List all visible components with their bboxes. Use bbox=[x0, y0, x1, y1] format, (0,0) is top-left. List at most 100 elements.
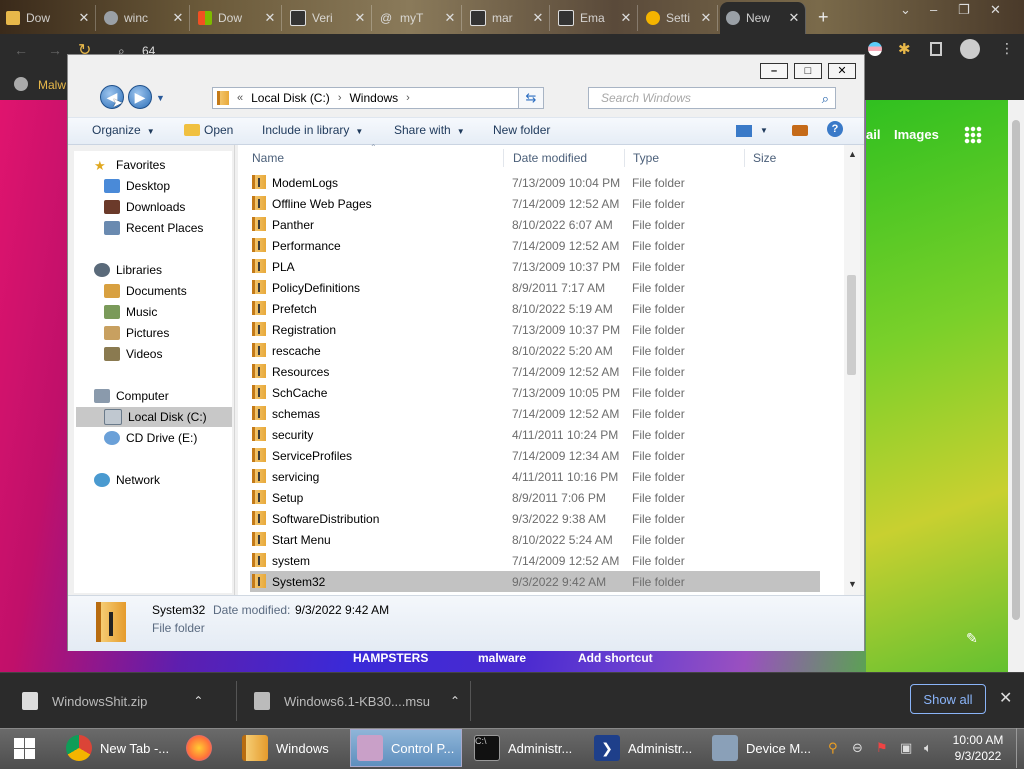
close-icon[interactable]: ✕ bbox=[787, 10, 801, 26]
table-row[interactable]: ServiceProfiles 7/14/2009 12:34 AM File fo… bbox=[250, 445, 820, 466]
nav-network[interactable]: Network bbox=[94, 470, 160, 490]
browser-tab[interactable]: winc ✕ bbox=[98, 5, 190, 31]
include-in-library-menu[interactable]: Include in library ▼ bbox=[262, 123, 363, 137]
taskbar-explorer[interactable]: Windows bbox=[236, 729, 346, 767]
table-row[interactable]: SchCache 7/13/2009 10:05 PM File folder bbox=[250, 382, 820, 403]
organize-menu[interactable]: Organize ▼ bbox=[92, 123, 155, 137]
refresh-button[interactable]: ⇆ bbox=[518, 87, 544, 109]
breadcrumb-chevron-icon[interactable]: › bbox=[338, 92, 342, 104]
column-divider[interactable] bbox=[624, 149, 625, 167]
nav-computer[interactable]: Computer bbox=[94, 386, 169, 406]
table-row[interactable]: Panther 8/10/2022 6:07 AM File folder bbox=[250, 214, 820, 235]
restore-icon[interactable]: ❐ bbox=[958, 2, 970, 18]
share-with-menu[interactable]: Share with ▼ bbox=[394, 123, 465, 137]
breadcrumb-item[interactable]: Windows bbox=[349, 91, 398, 105]
menu-icon[interactable]: ⋮ bbox=[1000, 40, 1014, 57]
add-shortcut-button[interactable]: Add shortcut bbox=[578, 651, 653, 665]
browser-tab[interactable]: Dow ✕ bbox=[0, 5, 96, 31]
table-row[interactable]: PolicyDefinitions 8/9/2011 7:17 AM File fo… bbox=[250, 277, 820, 298]
breadcrumb-overflow[interactable]: « bbox=[237, 92, 243, 104]
close-icon[interactable]: ✕ bbox=[999, 688, 1012, 708]
column-divider[interactable] bbox=[503, 149, 504, 167]
nav-documents[interactable]: Documents bbox=[104, 281, 187, 301]
table-row[interactable]: Resources 7/14/2009 12:52 AM File folder bbox=[250, 361, 820, 382]
table-row[interactable]: System32 9/3/2022 9:42 AM File folder bbox=[250, 571, 820, 592]
images-link[interactable]: Images bbox=[894, 127, 939, 142]
browser-tab-active[interactable]: New ✕ bbox=[720, 2, 806, 34]
table-row[interactable]: Prefetch 8/10/2022 5:19 AM File folder bbox=[250, 298, 820, 319]
close-icon[interactable]: ✕ bbox=[531, 10, 545, 26]
taskbar-firefox[interactable] bbox=[180, 729, 224, 767]
forward-arrow-icon[interactable]: → bbox=[48, 42, 62, 58]
breadcrumb-chevron-icon[interactable]: › bbox=[406, 92, 410, 104]
chevron-up-icon[interactable]: ⌃ bbox=[450, 694, 460, 708]
pencil-icon[interactable]: ✎ bbox=[966, 630, 978, 647]
nav-local-disk[interactable]: Local Disk (C:) bbox=[76, 407, 232, 427]
minimize-icon[interactable]: – bbox=[930, 2, 937, 17]
page-scrollbar[interactable] bbox=[1008, 100, 1024, 672]
nav-pictures[interactable]: Pictures bbox=[104, 323, 169, 343]
browser-tab[interactable]: Setti ✕ bbox=[640, 5, 718, 31]
taskbar-chrome[interactable]: New Tab -... bbox=[60, 729, 174, 767]
action-center-flag-icon[interactable]: ⚑ bbox=[876, 740, 888, 756]
browser-tab[interactable]: Dow ✕ bbox=[192, 5, 282, 31]
table-row[interactable]: Registration 7/13/2009 10:37 PM File folde… bbox=[250, 319, 820, 340]
scroll-up-icon[interactable]: ▲ bbox=[848, 149, 857, 159]
show-desktop-button[interactable] bbox=[1016, 728, 1024, 768]
table-row[interactable]: PLA 7/13/2009 10:37 PM File folder bbox=[250, 256, 820, 277]
profile-flag-icon[interactable] bbox=[868, 42, 882, 56]
browser-tab[interactable]: mar ✕ bbox=[464, 5, 550, 31]
scrollbar-thumb[interactable] bbox=[1012, 120, 1020, 620]
search-tray-icon[interactable]: ⚲ bbox=[828, 740, 838, 756]
close-icon[interactable]: ✕ bbox=[77, 10, 91, 26]
start-button[interactable] bbox=[14, 738, 36, 760]
close-icon[interactable]: ✕ bbox=[263, 10, 277, 26]
table-row[interactable]: SoftwareDistribution 9/3/2022 9:38 AM File… bbox=[250, 508, 820, 529]
browser-tab[interactable]: Veri ✕ bbox=[284, 5, 372, 31]
close-icon[interactable]: ✕ bbox=[443, 10, 457, 26]
shortcut-tile[interactable]: HAMPSTERS bbox=[353, 651, 428, 665]
taskbar-powershell[interactable]: ❯ Administr... bbox=[588, 729, 700, 767]
pane-splitter[interactable] bbox=[234, 145, 235, 595]
new-tab-button[interactable]: + bbox=[818, 8, 829, 26]
close-icon[interactable]: ✕ bbox=[171, 10, 185, 26]
recent-pages-dropdown-icon[interactable]: ▼ bbox=[156, 93, 165, 103]
table-row[interactable]: Performance 7/14/2009 12:52 AM File folder bbox=[250, 235, 820, 256]
table-row[interactable]: servicing 4/11/2011 10:16 PM File folder bbox=[250, 466, 820, 487]
show-all-button[interactable]: Show all bbox=[910, 684, 986, 714]
volume-icon[interactable]: 🔈︎ bbox=[924, 740, 932, 756]
table-row[interactable]: ModemLogs 7/13/2009 10:04 PM File folder bbox=[250, 172, 820, 193]
scroll-down-icon[interactable]: ▼ bbox=[848, 579, 857, 589]
minimize-button[interactable]: – bbox=[760, 63, 788, 79]
table-row[interactable]: system 7/14/2009 12:52 AM File folder bbox=[250, 550, 820, 571]
column-divider[interactable] bbox=[744, 149, 745, 167]
nav-cd-drive[interactable]: CD Drive (E:) bbox=[104, 428, 197, 448]
table-row[interactable]: security 4/11/2011 10:24 PM File folder bbox=[250, 424, 820, 445]
taskbar-cmd[interactable]: C:\ Administr... bbox=[468, 729, 580, 767]
browser-tab[interactable]: @ myT ✕ bbox=[374, 5, 462, 31]
table-row[interactable]: schemas 7/14/2009 12:52 AM File folder bbox=[250, 403, 820, 424]
download-item[interactable]: Windows6.1-KB30....msu ⌃ bbox=[254, 673, 460, 729]
chevron-down-icon[interactable]: ⌄ bbox=[900, 2, 911, 18]
gmail-link[interactable]: ail bbox=[866, 127, 880, 142]
file-list-scrollbar[interactable]: ▲ ▼ bbox=[844, 145, 860, 595]
nav-recent-places[interactable]: Recent Places bbox=[104, 218, 203, 238]
close-icon[interactable]: ✕ bbox=[619, 10, 633, 26]
bookmark-item[interactable]: Malw bbox=[38, 78, 66, 92]
close-icon[interactable]: ✕ bbox=[353, 10, 367, 26]
view-options-icon[interactable] bbox=[736, 125, 752, 137]
chevron-up-icon[interactable]: ⌃ bbox=[193, 694, 203, 708]
nav-downloads[interactable]: Downloads bbox=[104, 197, 185, 217]
table-row[interactable]: rescache 8/10/2022 5:20 AM File folder bbox=[250, 340, 820, 361]
nav-videos[interactable]: Videos bbox=[104, 344, 162, 364]
close-button[interactable]: ✕ bbox=[828, 63, 856, 79]
column-header-type[interactable]: Type bbox=[633, 151, 659, 165]
help-icon[interactable]: ? bbox=[827, 121, 843, 137]
preview-pane-icon[interactable] bbox=[792, 125, 808, 136]
maximize-button[interactable]: □ bbox=[794, 63, 822, 79]
chevron-down-icon[interactable]: ▼ bbox=[760, 126, 768, 135]
nav-desktop[interactable]: Desktop bbox=[104, 176, 170, 196]
address-bar[interactable]: « Local Disk (C:) › Windows › ▼ bbox=[212, 87, 544, 109]
close-icon[interactable]: ✕ bbox=[990, 2, 1001, 18]
forward-button[interactable]: ▶ bbox=[128, 85, 152, 109]
